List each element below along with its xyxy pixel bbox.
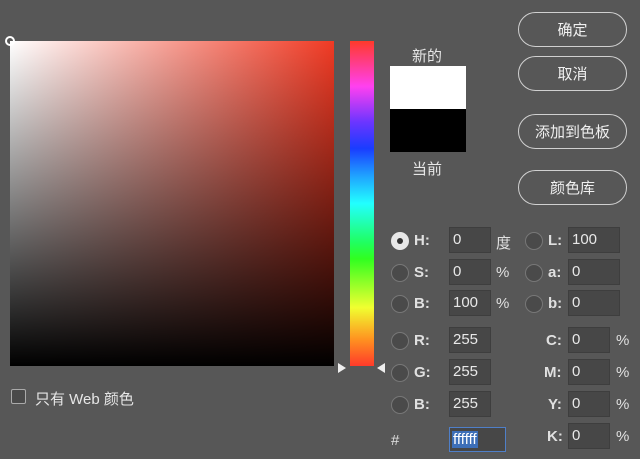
input-blue[interactable]: 255 (449, 391, 491, 417)
input-g[interactable]: 255 (449, 359, 491, 385)
input-h[interactable]: 0 (449, 227, 491, 253)
ok-button[interactable]: 确定 (518, 12, 627, 47)
hex-value: ffffff (452, 431, 478, 448)
unit-h: 度 (496, 235, 512, 252)
label-y: Y: (548, 396, 562, 413)
label-g: G: (414, 364, 431, 381)
unit-s: % (496, 264, 510, 281)
label-a: a: (548, 264, 562, 281)
label-k: K: (547, 428, 563, 445)
hue-slider-left-handle[interactable] (338, 363, 346, 373)
radio-r[interactable] (391, 332, 409, 350)
input-y[interactable]: 0 (568, 391, 610, 417)
radio-lab-b[interactable] (525, 295, 543, 313)
hex-input[interactable]: ffffff (449, 427, 506, 452)
hex-label: # (391, 432, 400, 449)
input-a[interactable]: 0 (568, 259, 620, 285)
label-m: M: (544, 364, 562, 381)
unit-y: % (616, 396, 630, 413)
unit-brightness: % (496, 295, 510, 312)
label-l: L: (548, 232, 563, 249)
input-lab-b[interactable]: 0 (568, 290, 620, 316)
label-h: H: (414, 232, 430, 249)
new-color-swatch (390, 66, 466, 109)
radio-a[interactable] (525, 264, 543, 282)
radio-l[interactable] (525, 232, 543, 250)
input-m[interactable]: 0 (568, 359, 610, 385)
color-libraries-button[interactable]: 颜色库 (518, 170, 627, 205)
radio-g[interactable] (391, 364, 409, 382)
unit-k: % (616, 428, 630, 445)
unit-c: % (616, 332, 630, 349)
hue-slider[interactable] (350, 41, 374, 366)
label-r: R: (414, 332, 430, 349)
unit-m: % (616, 364, 630, 381)
cancel-button[interactable]: 取消 (518, 56, 627, 91)
web-colors-only-checkbox[interactable] (11, 389, 26, 404)
input-k[interactable]: 0 (568, 423, 610, 449)
input-r[interactable]: 255 (449, 327, 491, 353)
input-s[interactable]: 0 (449, 259, 491, 285)
radio-s[interactable] (391, 264, 409, 282)
radio-blue[interactable] (391, 396, 409, 414)
web-colors-only-label: 只有 Web 颜色 (35, 391, 134, 408)
saturation-brightness-field[interactable] (10, 41, 334, 366)
label-c: C: (546, 332, 562, 349)
hue-slider-right-handle[interactable] (377, 363, 385, 373)
label-s: S: (414, 264, 429, 281)
input-brightness[interactable]: 100 (449, 290, 491, 316)
input-c[interactable]: 0 (568, 327, 610, 353)
add-to-swatches-button[interactable]: 添加到色板 (518, 114, 627, 149)
input-l[interactable]: 100 (568, 227, 620, 253)
label-blue: B: (414, 396, 430, 413)
current-color-label: 当前 (412, 161, 443, 178)
new-color-label: 新的 (412, 48, 443, 65)
label-brightness: B: (414, 295, 430, 312)
radio-h[interactable] (391, 232, 409, 250)
label-lab-b: b: (548, 295, 563, 312)
radio-brightness[interactable] (391, 295, 409, 313)
color-picker-handle[interactable] (5, 36, 15, 46)
current-color-swatch[interactable] (390, 109, 466, 152)
